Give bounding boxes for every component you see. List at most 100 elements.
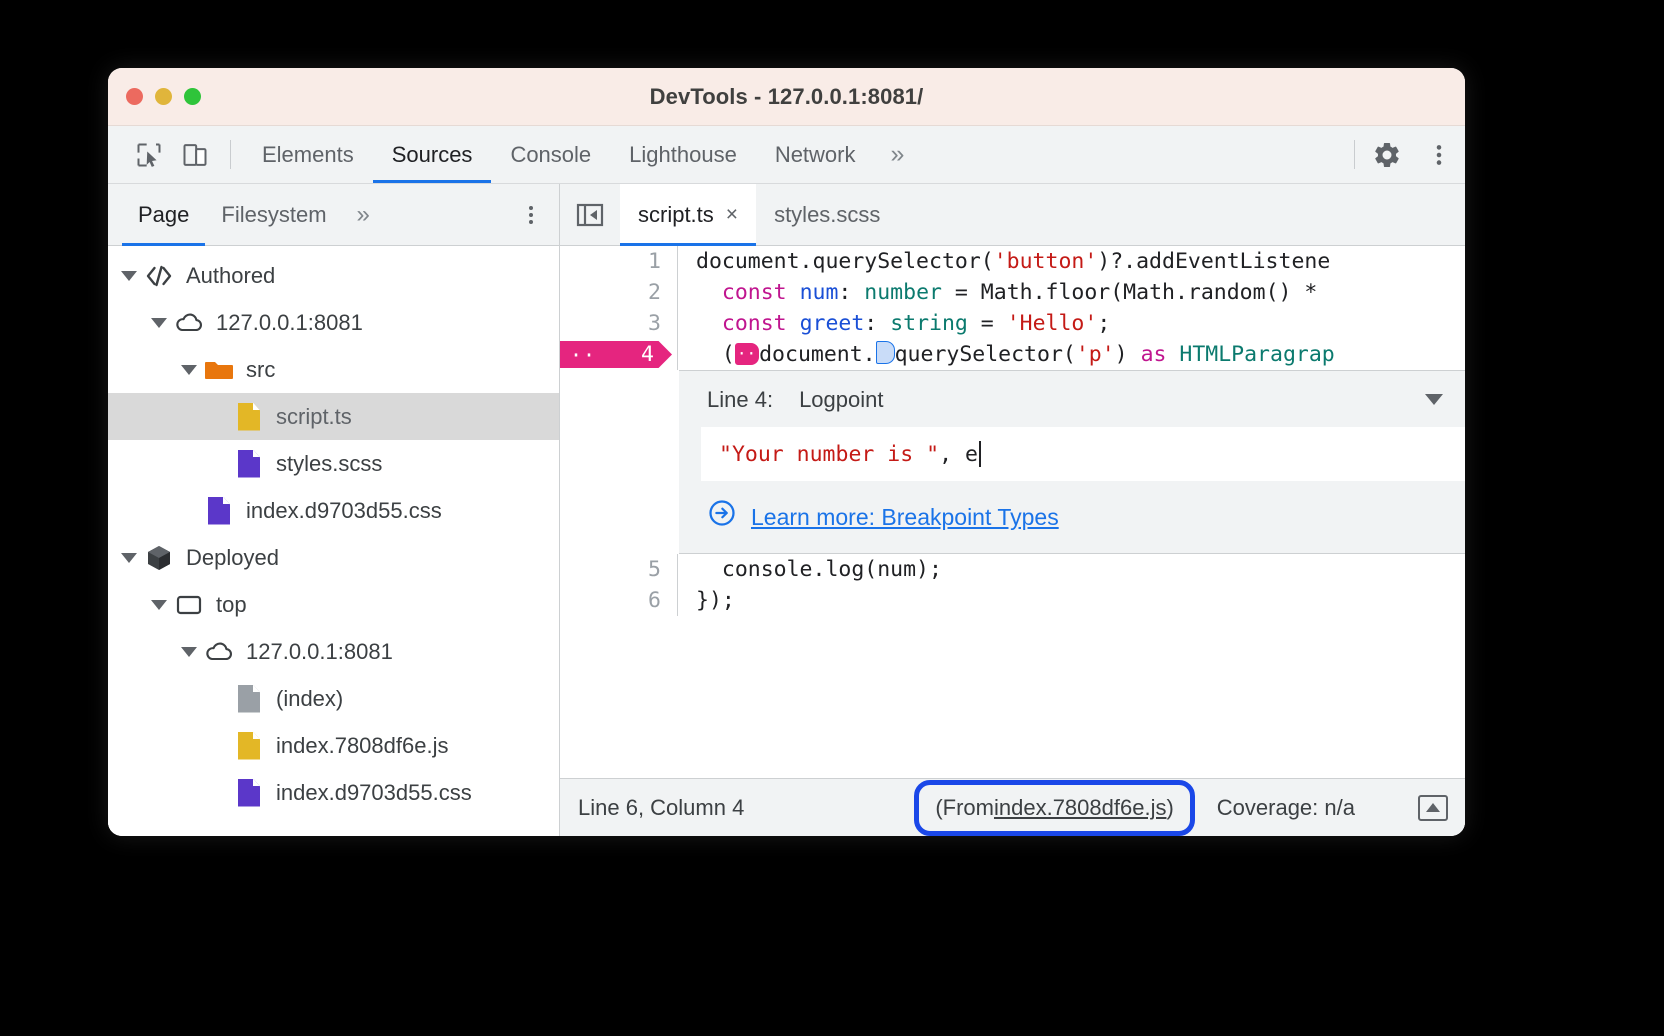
nav-tab-page[interactable]: Page	[122, 184, 205, 245]
editor-tab-script-ts[interactable]: script.ts ×	[620, 184, 756, 245]
inline-breakpoint-candidate-icon[interactable]	[876, 341, 895, 364]
editor-tab-bar: script.ts × styles.scss	[560, 184, 1465, 246]
tree-item-deployed[interactable]: Deployed	[108, 534, 559, 581]
window-title-bar: DevTools - 127.0.0.1:8081/	[108, 68, 1465, 126]
tree-item-label: src	[246, 357, 275, 383]
more-vertical-icon[interactable]	[1413, 126, 1465, 183]
file-yellow-icon	[232, 403, 266, 431]
code-line-6-text: });	[678, 585, 735, 616]
tab-lighthouse[interactable]: Lighthouse	[610, 126, 756, 183]
code-token-type: string	[890, 311, 968, 336]
nav-more-chevron-icon[interactable]: »	[343, 184, 384, 245]
tab-network[interactable]: Network	[756, 126, 875, 183]
expand-triangle-icon[interactable]	[146, 600, 172, 610]
logpoint-expression-input[interactable]: "Your number is ", e	[701, 427, 1465, 481]
folder-orange-icon	[202, 358, 236, 382]
inline-logpoint-marker-icon[interactable]: ··	[735, 343, 759, 365]
learn-more-breakpoint-types-link[interactable]: Learn more: Breakpoint Types	[751, 502, 1059, 533]
tree-item-index-js[interactable]: index.7808df6e.js	[108, 722, 559, 769]
logpoint-dots-icon: ··	[570, 345, 596, 365]
logpoint-expression-string: "Your number is "	[719, 439, 939, 470]
tab-elements[interactable]: Elements	[243, 126, 373, 183]
tree-item-label: Deployed	[186, 545, 279, 571]
tree-item-label: 127.0.0.1:8081	[216, 310, 363, 336]
code-token: document.querySelector(	[696, 249, 994, 274]
logpoint-gutter-flag[interactable]: ·· 4	[560, 341, 672, 368]
expand-triangle-icon[interactable]	[116, 553, 142, 563]
close-icon[interactable]: ×	[726, 203, 738, 227]
toolbar-right-group	[1348, 126, 1465, 183]
file-purple-icon	[232, 450, 266, 478]
navigator-more-vertical-icon[interactable]	[503, 184, 559, 245]
editor-tab-label: script.ts	[638, 202, 714, 228]
code-token: )	[1115, 342, 1141, 367]
line-number[interactable]: 1	[560, 246, 678, 277]
frame-icon	[172, 593, 206, 617]
line-number[interactable]: 3	[560, 308, 678, 339]
popout-drawer-icon[interactable]	[1401, 795, 1465, 821]
editor-tab-styles-scss[interactable]: styles.scss	[756, 184, 898, 245]
code-token: :	[864, 311, 890, 336]
code-token: )?.addEventListene	[1097, 249, 1330, 274]
file-yellow-icon	[232, 732, 266, 760]
code-line-3: 3 const greet: string = 'Hello';	[560, 308, 1465, 339]
chevron-down-icon[interactable]	[1425, 394, 1443, 405]
tab-console[interactable]: Console	[491, 126, 610, 183]
coverage-status: Coverage: n/a	[1217, 795, 1355, 821]
tree-item-origin-deployed[interactable]: 127.0.0.1:8081	[108, 628, 559, 675]
devtools-main-toolbar: Elements Sources Console Lighthouse Netw…	[108, 126, 1465, 184]
tree-item-origin-authored[interactable]: 127.0.0.1:8081	[108, 299, 559, 346]
tree-item-authored[interactable]: Authored	[108, 252, 559, 299]
code-token: :	[838, 280, 864, 305]
minimize-window-button[interactable]	[155, 88, 172, 105]
expand-triangle-icon[interactable]	[116, 271, 142, 281]
source-origin-file-link[interactable]: index.7808df6e.js	[994, 795, 1166, 821]
code-editor[interactable]: 1 document.querySelector('button')?.addE…	[560, 246, 1465, 778]
more-panels-chevron-icon[interactable]: »	[875, 126, 921, 183]
tree-item-index-css-deployed[interactable]: index.d9703d55.css	[108, 769, 559, 816]
code-token-class: HTMLParagrap	[1166, 342, 1334, 367]
from-suffix: )	[1166, 795, 1173, 821]
line-number[interactable]: 2	[560, 277, 678, 308]
tree-item-styles-scss[interactable]: styles.scss	[108, 440, 559, 487]
tree-item-index-document[interactable]: (index)	[108, 675, 559, 722]
line-number[interactable]: 5	[560, 554, 678, 585]
logpoint-type-label[interactable]: Logpoint	[799, 384, 883, 415]
code-line-4-text: (··document.querySelector('p') as HTMLPa…	[678, 339, 1335, 370]
zoom-window-button[interactable]	[184, 88, 201, 105]
popout-glyph	[1418, 795, 1448, 821]
device-toolbar-icon[interactable]	[172, 126, 218, 183]
expand-triangle-icon[interactable]	[176, 365, 202, 375]
editor-tab-label: styles.scss	[774, 202, 880, 228]
tree-item-script-ts[interactable]: script.ts	[108, 393, 559, 440]
line-number[interactable]: 6	[560, 585, 678, 616]
code-brackets-icon	[142, 265, 176, 287]
close-window-button[interactable]	[126, 88, 143, 105]
expand-triangle-icon[interactable]	[146, 318, 172, 328]
code-token-var: num	[787, 280, 839, 305]
tab-sources[interactable]: Sources	[373, 126, 492, 183]
logpoint-help-row: Learn more: Breakpoint Types	[679, 481, 1465, 553]
source-origin-badge[interactable]: (From index.7808df6e.js)	[914, 780, 1194, 836]
nav-tab-filesystem[interactable]: Filesystem	[205, 184, 342, 245]
panel-tab-list: Elements Sources Console Lighthouse Netw…	[243, 126, 875, 183]
line-number-breakpoint[interactable]: ·· 4	[560, 339, 678, 370]
tree-item-src[interactable]: src	[108, 346, 559, 393]
arrow-circle-right-icon	[707, 498, 737, 537]
logpoint-expression-rest: , e	[939, 439, 978, 470]
screenshot-root: DevTools - 127.0.0.1:8081/ Elements Sour…	[0, 0, 1664, 1036]
window-title: DevTools - 127.0.0.1:8081/	[108, 84, 1465, 110]
tree-item-top[interactable]: top	[108, 581, 559, 628]
expand-triangle-icon[interactable]	[176, 647, 202, 657]
devtools-window: DevTools - 127.0.0.1:8081/ Elements Sour…	[108, 68, 1465, 836]
file-gray-icon	[232, 685, 266, 713]
code-token: (	[722, 342, 735, 367]
tree-item-index-css-authored[interactable]: index.d9703d55.css	[108, 487, 559, 534]
inspect-cursor-icon[interactable]	[126, 126, 172, 183]
cube-icon	[142, 544, 176, 572]
file-tree: Authored 127.0.0.1:8081	[108, 246, 559, 836]
gear-icon[interactable]	[1361, 126, 1413, 183]
show-navigator-icon[interactable]	[560, 184, 620, 245]
code-line-3-text: const greet: string = 'Hello';	[678, 308, 1110, 339]
toolbar-divider	[230, 140, 231, 169]
